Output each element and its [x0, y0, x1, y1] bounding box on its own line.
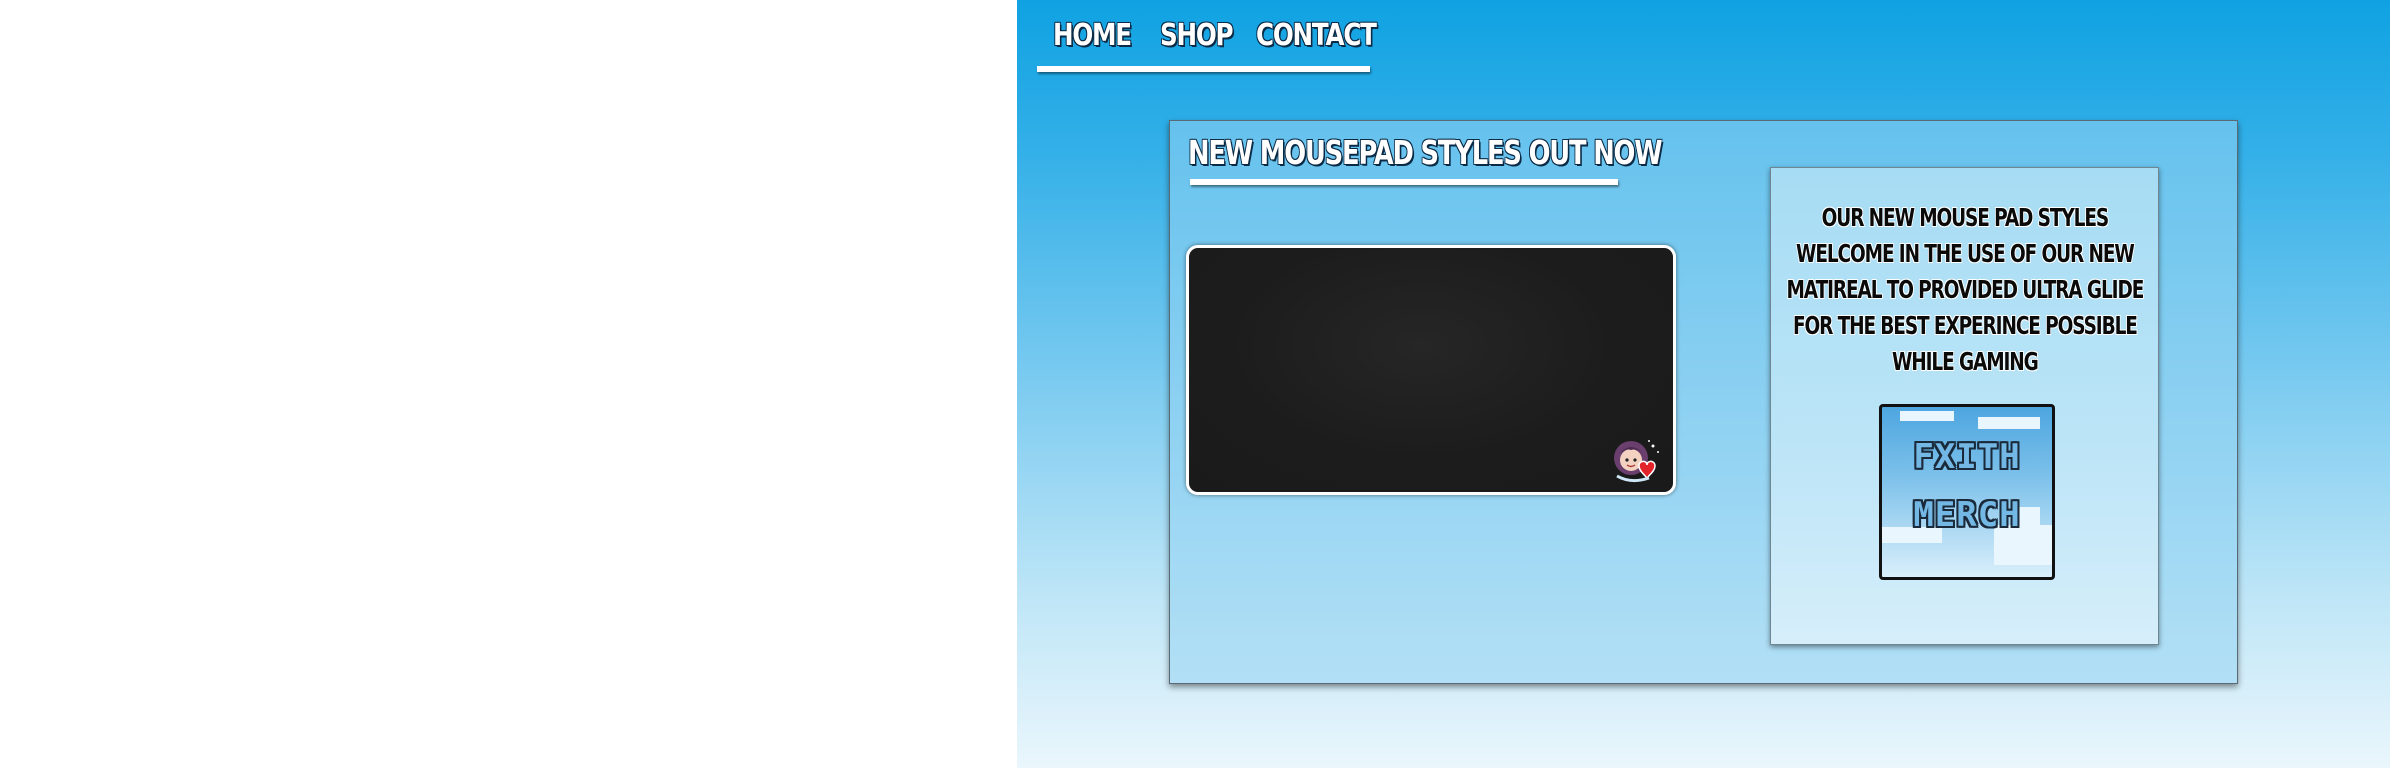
avatar-heart-logo-icon: [1614, 440, 1659, 483]
merch-logo-tile[interactable]: FXITH MERCH: [1879, 404, 2055, 580]
page: HOME SHOP CONTACT NEW MOUSEPAD STYLES OU…: [0, 0, 2390, 768]
merch-line-1: FXITH: [1913, 437, 2021, 477]
website: HOME SHOP CONTACT NEW MOUSEPAD STYLES OU…: [1017, 0, 2390, 768]
info-description: OUR NEW MOUSE PAD STYLES WELCOME IN THE …: [1786, 203, 2144, 376]
nav-contact-link[interactable]: CONTACT: [1256, 18, 1377, 53]
info-box: OUR NEW MOUSE PAD STYLES WELCOME IN THE …: [1770, 167, 2159, 645]
main-nav: HOME SHOP CONTACT: [1037, 18, 1377, 74]
nav-underline: [1037, 66, 1370, 72]
page-title: NEW MOUSEPAD STYLES OUT NOW: [1188, 133, 1663, 172]
content-panel: NEW MOUSEPAD STYLES OUT NOW OUR NEW MOUS…: [1169, 120, 2238, 684]
nav-home-link[interactable]: HOME: [1053, 18, 1132, 53]
mousepad-image: [1186, 245, 1676, 495]
nav-items: HOME SHOP CONTACT: [1037, 18, 1377, 53]
cloud-shape: [1900, 411, 1954, 421]
info-description-wrapper: OUR NEW MOUSE PAD STYLES WELCOME IN THE …: [1786, 200, 2144, 380]
title-underline: [1190, 179, 1618, 185]
nav-shop-link[interactable]: SHOP: [1160, 18, 1234, 53]
merch-line-2: MERCH: [1913, 495, 2021, 535]
blank-area: [0, 0, 1017, 768]
cloud-shape: [1978, 417, 2040, 429]
